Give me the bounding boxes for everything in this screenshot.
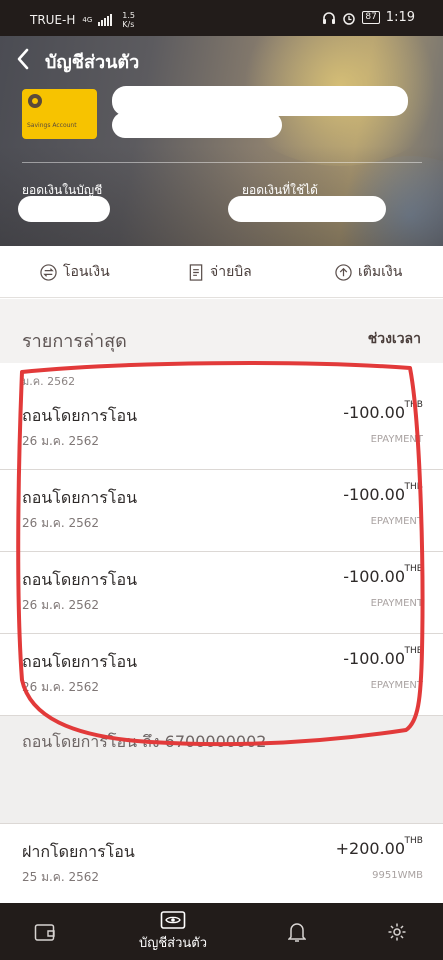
transaction-currency: THB bbox=[404, 400, 423, 410]
redacted-available-balance bbox=[228, 196, 386, 222]
recent-transactions-header: รายการล่าสุด ช่วงเวลา bbox=[0, 313, 443, 363]
bill-icon bbox=[189, 263, 203, 281]
transaction-currency: THB bbox=[404, 482, 423, 492]
transaction-amount: -100.00 bbox=[343, 567, 405, 586]
quick-actions: โอนเงิน จ่ายบิล เติมเงิน bbox=[0, 246, 443, 298]
redacted-balance bbox=[18, 196, 110, 222]
transaction-reference: EPAYMENT bbox=[370, 598, 423, 609]
pay-bill-label: จ่ายบิล bbox=[210, 264, 252, 280]
gear-icon bbox=[388, 923, 406, 940]
transfer-label: โอนเงิน bbox=[63, 264, 110, 280]
nav-wallet[interactable] bbox=[30, 903, 60, 960]
network-type: 4G bbox=[82, 16, 93, 24]
back-button[interactable] bbox=[16, 48, 36, 72]
transaction-date: 26 ม.ค. 2562 bbox=[22, 680, 100, 694]
pay-bill-button[interactable]: จ่ายบิล bbox=[188, 261, 252, 283]
transaction-row[interactable]: ฝากโดยการโอน 25 ม.ค. 2562 +200.00 THB 99… bbox=[0, 823, 443, 903]
headset-icon bbox=[323, 11, 336, 24]
transfer-button[interactable]: โอนเงิน bbox=[40, 261, 110, 283]
transaction-title: ฝากโดยการโอน bbox=[22, 842, 135, 861]
nav-notifications[interactable] bbox=[284, 903, 310, 960]
page-title: บัญชีส่วนตัว bbox=[45, 52, 140, 73]
transaction-title: ถอนโดยการโอน bbox=[22, 488, 137, 507]
clock: 1:19 bbox=[385, 10, 415, 25]
transaction-reference: EPAYMENT bbox=[370, 680, 423, 691]
transaction-row[interactable]: ถอนโดยการโอน 26 ม.ค. 2562 -100.00 THB EP… bbox=[0, 552, 443, 634]
transaction-currency: THB bbox=[404, 646, 423, 656]
transaction-title: ถอนโดยการโอน bbox=[22, 570, 137, 589]
transaction-amount: -100.00 bbox=[343, 485, 405, 504]
transaction-reference: 9951WMB bbox=[372, 870, 423, 881]
alarm-icon bbox=[343, 12, 356, 25]
recent-title: รายการล่าสุด bbox=[22, 331, 127, 352]
period-filter-link[interactable]: ช่วงเวลา bbox=[368, 328, 421, 350]
transaction-reference: EPAYMENT bbox=[370, 434, 423, 445]
transaction-currency: THB bbox=[404, 836, 423, 846]
nav-settings[interactable] bbox=[384, 903, 410, 960]
status-bar: TRUE-H 4G 1.5 K/s 87 1:19 bbox=[0, 0, 443, 36]
transaction-row[interactable]: ถอนโดยการโอน 26 ม.ค. 2562 -100.00 THB EP… bbox=[0, 634, 443, 716]
transaction-amount: -100.00 bbox=[343, 649, 405, 668]
speed-unit: K/s bbox=[122, 20, 135, 29]
transaction-detail-band: ถอนโดยการโอน ถึง 6700000002 bbox=[0, 716, 443, 824]
transaction-date: 25 ม.ค. 2562 bbox=[22, 870, 100, 884]
speed-value: 1.5 bbox=[122, 11, 136, 20]
divider bbox=[22, 162, 422, 163]
transaction-reference: EPAYMENT bbox=[370, 516, 423, 527]
topup-icon bbox=[335, 263, 352, 281]
transaction-row[interactable]: ถอนโดยการโอน 26 ม.ค. 2562 -100.00 THB EP… bbox=[0, 388, 443, 470]
bank-logo-icon bbox=[28, 94, 42, 108]
transaction-currency: THB bbox=[404, 564, 423, 574]
topup-label: เติมเงิน bbox=[358, 264, 403, 280]
topup-button[interactable]: เติมเงิน bbox=[335, 261, 402, 283]
nav-personal-account[interactable]: บัญชีส่วนตัว bbox=[128, 903, 218, 960]
transaction-amount: -100.00 bbox=[343, 403, 405, 422]
transaction-date: 26 ม.ค. 2562 bbox=[22, 516, 100, 530]
bottom-navigation: บัญชีส่วนตัว bbox=[0, 903, 443, 960]
transaction-date: 26 ม.ค. 2562 bbox=[22, 434, 100, 448]
signal-icon bbox=[98, 14, 113, 26]
transaction-detail-text: ถอนโดยการโอน ถึง 6700000002 bbox=[22, 732, 267, 751]
carrier-label: TRUE-H bbox=[30, 13, 76, 27]
nav-personal-account-label: บัญชีส่วนตัว bbox=[138, 936, 207, 951]
battery-icon: 87 bbox=[362, 11, 380, 24]
redacted-account-number bbox=[112, 112, 282, 138]
bell-icon bbox=[288, 922, 306, 942]
transaction-row[interactable]: ถอนโดยการโอน 26 ม.ค. 2562 -100.00 THB EP… bbox=[0, 470, 443, 552]
transaction-amount: +200.00 bbox=[335, 839, 405, 858]
transaction-title: ถอนโดยการโอน bbox=[22, 406, 137, 425]
account-header: บัญชีส่วนตัว Savings Account ยอดเงินในบั… bbox=[0, 36, 443, 246]
card-label: Savings Account bbox=[27, 122, 77, 129]
eye-card-icon bbox=[160, 911, 186, 929]
transaction-title: ถอนโดยการโอน bbox=[22, 652, 137, 671]
transaction-date: 26 ม.ค. 2562 bbox=[22, 598, 100, 612]
transfer-icon bbox=[40, 263, 57, 281]
chevron-left-icon bbox=[17, 48, 29, 70]
account-card-image: Savings Account bbox=[22, 89, 97, 139]
wallet-icon bbox=[34, 923, 55, 941]
